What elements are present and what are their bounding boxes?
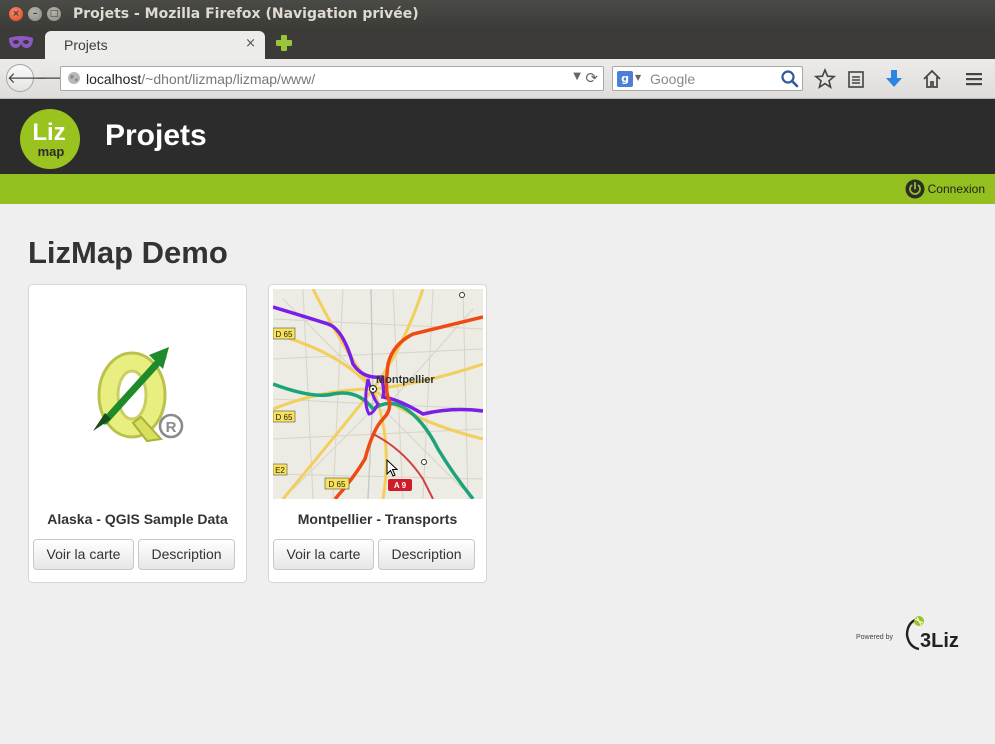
logo-text-top: Liz <box>32 119 65 146</box>
svg-text:R: R <box>166 419 177 436</box>
url-bar[interactable]: localhost/~dhont/lizmap/lizmap/www/ ▼ ⟳ <box>60 66 604 91</box>
new-tab-plus-icon[interactable] <box>275 34 293 52</box>
url-host: localhost <box>86 71 142 87</box>
map-road-label: D 65 <box>276 330 293 339</box>
menu-hamburger-icon[interactable] <box>963 68 985 90</box>
3liz-logo[interactable]: 3Liz <box>905 613 971 653</box>
description-button[interactable]: Description <box>378 539 475 570</box>
tab-strip: Projets × <box>0 29 995 59</box>
brand-name: 3Liz <box>920 630 959 652</box>
url-text: localhost/~dhont/lizmap/lizmap/www/ <box>86 71 315 87</box>
bookmark-star-icon[interactable] <box>814 68 836 90</box>
project-thumbnail[interactable]: Montpellier D 65 D 65 E2 D 65 A 9 <box>273 289 483 499</box>
power-icon <box>905 179 925 199</box>
private-browsing-mask-icon <box>9 36 33 48</box>
view-map-button[interactable]: Voir la carte <box>33 539 134 570</box>
window-maximize-button[interactable]: □ <box>47 7 61 21</box>
lizmap-logo[interactable]: Liz map <box>20 109 80 169</box>
forward-button[interactable]: 🡒 <box>36 68 76 88</box>
description-button[interactable]: Description <box>138 539 235 570</box>
url-path: /~dhont/lizmap/lizmap/www/ <box>141 71 316 87</box>
back-button[interactable]: 🡐 <box>6 64 47 92</box>
tab-close-icon[interactable]: × <box>245 36 256 51</box>
map-city-label: Montpellier <box>376 374 435 386</box>
home-icon[interactable] <box>921 68 943 90</box>
page-title: Projets <box>105 119 207 152</box>
section-title: LizMap Demo <box>28 235 228 270</box>
map-road-label: D 65 <box>276 413 293 422</box>
search-engine-dropdown-icon[interactable]: ▼ <box>635 73 641 82</box>
qgis-logo-icon: R <box>33 289 243 499</box>
search-bar[interactable]: g ▼ Google <box>612 66 803 91</box>
project-card: R Alaska - QGIS Sample Data Voir la cart… <box>28 284 247 583</box>
search-input[interactable]: Google <box>650 71 695 87</box>
map-road-label: D 65 <box>329 480 346 489</box>
map-road-label: A 9 <box>394 481 407 490</box>
downloads-arrow-icon[interactable] <box>883 68 905 90</box>
site-header: Liz map Projets <box>0 99 995 174</box>
powered-by-label: Powered by <box>856 634 893 641</box>
project-title: Montpellier - Transports <box>297 511 458 527</box>
project-title: Alaska - QGIS Sample Data <box>47 511 228 527</box>
window-title: Projets - Mozilla Firefox (Navigation pr… <box>73 6 419 22</box>
window-titlebar: × – □ Projets - Mozilla Firefox (Navigat… <box>0 0 995 29</box>
project-thumbnail[interactable]: R <box>33 289 243 499</box>
login-link[interactable]: Connexion <box>905 179 985 199</box>
tab-projets[interactable]: Projets × <box>45 31 265 59</box>
bookmarks-list-icon[interactable] <box>845 68 867 90</box>
map-thumbnail: Montpellier D 65 D 65 E2 D 65 A 9 <box>273 289 483 499</box>
login-label: Connexion <box>927 182 985 196</box>
window-minimize-button[interactable]: – <box>28 7 42 21</box>
window-close-button[interactable]: × <box>9 7 23 21</box>
page-content: Liz map Projets Connexion LizMap Demo R … <box>0 99 995 744</box>
mouse-cursor-icon <box>386 459 398 477</box>
navigation-toolbar: 🡐 🡒 localhost/~dhont/lizmap/lizmap/www/ … <box>0 59 995 99</box>
project-card: Montpellier D 65 D 65 E2 D 65 A 9 Montpe… <box>268 284 487 583</box>
google-engine-icon[interactable]: g <box>617 71 633 87</box>
search-magnifier-icon[interactable] <box>780 69 799 88</box>
globe-icon <box>68 72 80 84</box>
tab-label: Projets <box>64 37 108 53</box>
logo-text-bottom: map <box>38 144 65 159</box>
view-map-button[interactable]: Voir la carte <box>273 539 374 570</box>
map-road-label: E2 <box>275 466 285 475</box>
url-history-dropdown-icon[interactable]: ▼ <box>573 71 581 82</box>
user-bar: Connexion <box>0 174 995 204</box>
reload-icon[interactable]: ⟳ <box>585 69 598 87</box>
